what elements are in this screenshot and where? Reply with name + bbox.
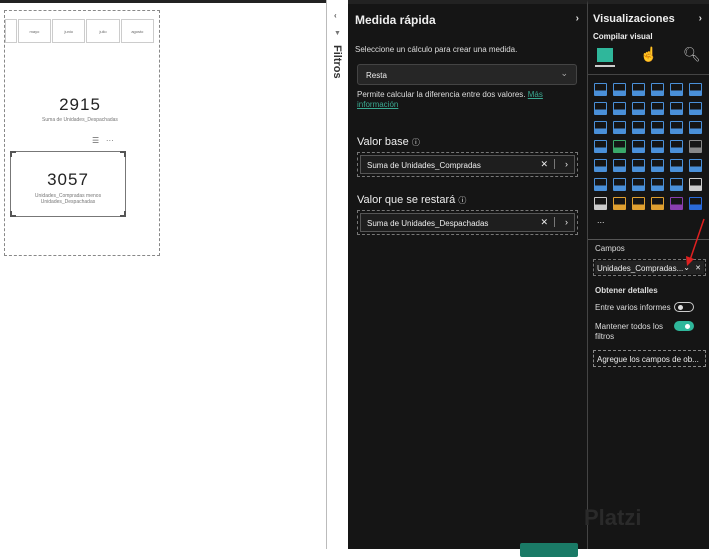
help-description: Permite calcular la diferencia entre dos… [357,90,526,99]
card-value: 2915 [59,95,101,114]
card-label: Suma de Unidades_Despachadas [42,117,118,123]
red-arrow-annotation [686,218,705,266]
filter-icon[interactable]: ☰ [92,136,99,145]
remove-icon[interactable]: ✕ [540,217,548,228]
card-label: Unidades_Compradas menos Unidades_Despac… [34,193,102,205]
pane-title: Medida rápida [355,13,436,27]
selected-calculation: Resta [366,71,387,80]
drillthrough-drop-well[interactable]: Agregue los campos de ob... [593,350,706,367]
more-options-icon[interactable]: ··· [106,136,114,145]
month-slicer[interactable]: mayo junio julio agosto [5,19,155,43]
chevron-right-icon[interactable]: › [565,217,568,227]
section-label: Valor que se restará [357,194,456,206]
quick-measure-pane: Medida rápida › Seleccione un cálculo pa… [348,0,587,557]
expand-icon[interactable]: ‹ [334,11,337,20]
remove-icon[interactable]: ✕ [540,159,548,170]
selected-card-visual[interactable]: 3057 Unidades_Compradas menos Unidades_D… [10,151,126,217]
card-value: 3057 [47,170,89,189]
filter-icon: ▼ [334,30,341,37]
slicer-tile[interactable] [5,19,17,43]
prompt-text: Seleccione un cálculo para crear una med… [355,45,518,54]
info-icon[interactable]: ⓘ [412,138,420,147]
field-name: Suma de Unidades_Despachadas [367,219,489,228]
base-value-well[interactable]: Suma de Unidades_Compradas ✕ › [357,152,578,177]
keep-filters-toggle[interactable] [674,321,694,331]
chevron-right-icon[interactable]: › [565,159,568,169]
resize-handle[interactable] [10,211,16,217]
slicer-tile[interactable]: junio [52,19,86,43]
resize-handle[interactable] [10,151,16,157]
visual-header: ☰ ··· [92,136,114,145]
top-bar [0,0,326,3]
add-button[interactable] [520,543,578,557]
visualizations-pane: Visualizaciones › Compilar visual ☝ 🔍︎ .… [587,0,709,549]
collapse-icon[interactable]: › [576,13,579,24]
drillthrough-label: Obtener detalles [595,286,658,295]
platzi-watermark: Platzi [584,505,642,530]
filters-pane-collapsed[interactable]: ‹ ▼ Filtros [327,0,348,549]
report-page[interactable]: mayo junio julio agosto 2915 Suma de Uni… [4,10,160,256]
field-name: Suma de Unidades_Compradas [367,161,481,170]
slicer-tile[interactable]: mayo [17,19,52,43]
keep-filters-label: Mantener todos los filtros [595,322,664,341]
subtract-value-well[interactable]: Suma de Unidades_Despachadas ✕ › [357,210,578,235]
resize-handle[interactable] [120,211,126,217]
slicer-tile[interactable]: julio [86,19,120,43]
info-icon[interactable]: ⓘ [458,196,466,205]
chevron-down-icon: ⌄ [560,68,568,78]
filters-label[interactable]: Filtros [331,45,343,79]
resize-handle[interactable] [120,151,126,157]
base-value-label: Valor base ⓘ [357,136,420,148]
section-label: Valor base [357,136,409,148]
card-visual[interactable]: 2915 Suma de Unidades_Despachadas [5,95,155,135]
slicer-tile[interactable]: agosto [120,19,154,43]
calculation-dropdown[interactable]: Resta ⌄ [357,64,577,85]
cross-report-label: Entre varios informes [595,303,671,312]
subtract-value-label: Valor que se restará ⓘ [357,194,466,206]
help-text: Permite calcular la diferencia entre dos… [357,90,572,110]
cross-report-toggle[interactable] [674,302,694,312]
report-canvas[interactable]: mayo junio julio agosto 2915 Suma de Uni… [0,0,326,549]
